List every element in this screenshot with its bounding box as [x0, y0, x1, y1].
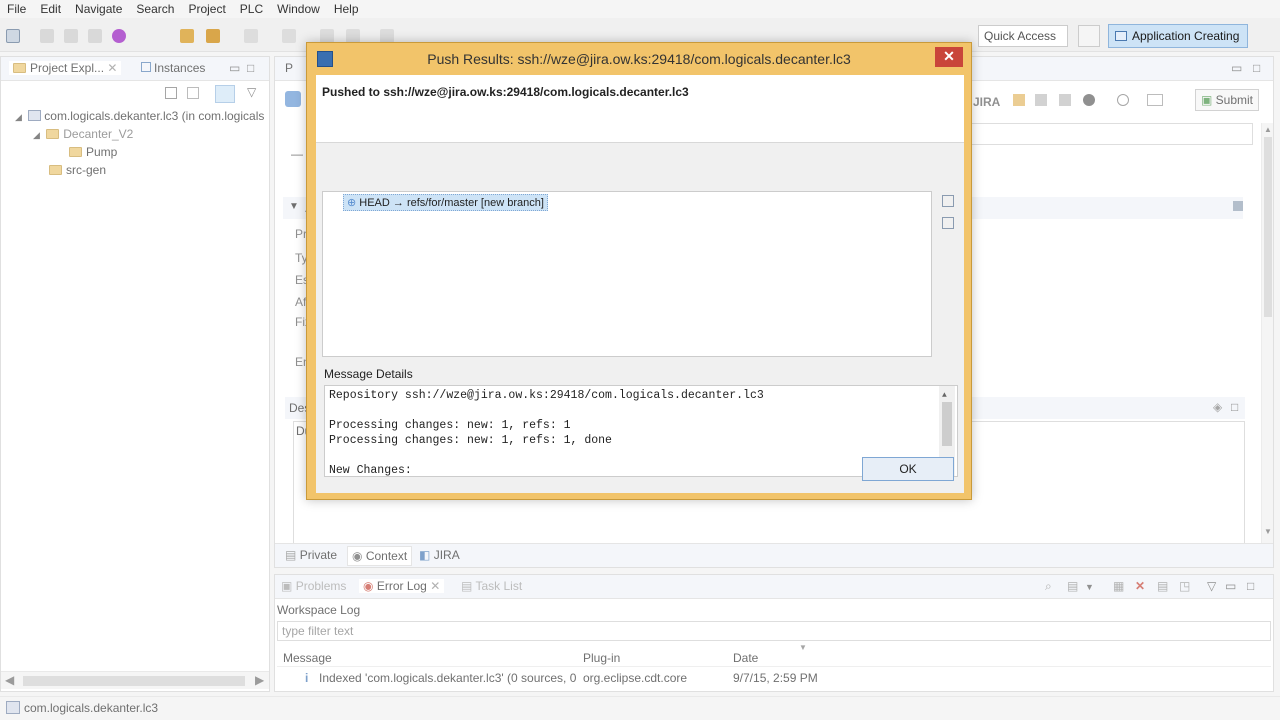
new-branch-icon: ⊕: [347, 197, 357, 209]
open-folder-icon[interactable]: [180, 29, 194, 43]
dialog-header: Pushed to ssh://wze@jira.ow.ks:29418/com…: [316, 75, 964, 143]
new-icon[interactable]: [6, 29, 20, 43]
print-icon[interactable]: [88, 29, 102, 43]
dialog-title: Push Results: ssh://wze@jira.ow.ks:29418…: [427, 51, 851, 67]
ref-update-label: HEAD → refs/for/master [new branch]: [359, 197, 544, 209]
close-button[interactable]: ✕: [935, 47, 963, 67]
tool-icon[interactable]: [320, 29, 334, 43]
menu-plc[interactable]: PLC: [233, 2, 270, 16]
menu-window[interactable]: Window: [270, 2, 327, 16]
menu-search[interactable]: Search: [129, 2, 181, 16]
message-line: Repository ssh://wze@jira.ow.ks:29418/co…: [329, 389, 764, 402]
scroll-thumb[interactable]: [942, 402, 952, 446]
ok-button[interactable]: OK: [862, 457, 954, 481]
plc-icon[interactable]: [112, 29, 126, 43]
expand-all-icon[interactable]: [942, 217, 954, 229]
run-icon[interactable]: [206, 29, 220, 43]
ref-update-item[interactable]: ⊕ HEAD → refs/for/master [new branch]: [343, 194, 548, 211]
tool-icon[interactable]: [244, 29, 258, 43]
save-all-icon[interactable]: [64, 29, 78, 43]
perspective-icon: [1115, 31, 1127, 41]
message-details-label: Message Details: [324, 367, 413, 381]
message-line: [329, 403, 953, 418]
back-icon[interactable]: [346, 29, 360, 43]
forward-icon[interactable]: [380, 29, 394, 43]
menu-file[interactable]: File: [0, 2, 33, 16]
menu-edit[interactable]: Edit: [33, 2, 68, 16]
open-perspective-button[interactable]: [1078, 25, 1100, 47]
message-line: [329, 448, 953, 463]
menu-help[interactable]: Help: [327, 2, 366, 16]
menu-bar: File Edit Navigate Search Project PLC Wi…: [0, 0, 1280, 18]
quick-access-input[interactable]: Quick Access: [978, 25, 1068, 47]
tool-icon[interactable]: [282, 29, 296, 43]
collapse-all-icon[interactable]: [942, 195, 954, 207]
scroll-up-icon[interactable]: ▲: [942, 388, 947, 403]
message-line: Processing changes: new: 1, refs: 1, don…: [329, 434, 612, 447]
message-line: New Changes:: [329, 464, 412, 477]
ref-update-tree: ⊕ HEAD → refs/for/master [new branch]: [322, 191, 932, 357]
perspective-label: Application Creating: [1132, 29, 1240, 43]
push-results-dialog: Push Results: ssh://wze@jira.ow.ks:29418…: [306, 42, 972, 500]
menu-navigate[interactable]: Navigate: [68, 2, 129, 16]
message-line: Processing changes: new: 1, refs: 1: [329, 419, 571, 432]
pushed-to-heading: Pushed to ssh://wze@jira.ow.ks:29418/com…: [322, 85, 689, 99]
save-icon[interactable]: [40, 29, 54, 43]
menu-project[interactable]: Project: [181, 2, 232, 16]
dialog-body: Pushed to ssh://wze@jira.ow.ks:29418/com…: [316, 75, 964, 493]
perspective-button[interactable]: Application Creating: [1108, 24, 1248, 48]
